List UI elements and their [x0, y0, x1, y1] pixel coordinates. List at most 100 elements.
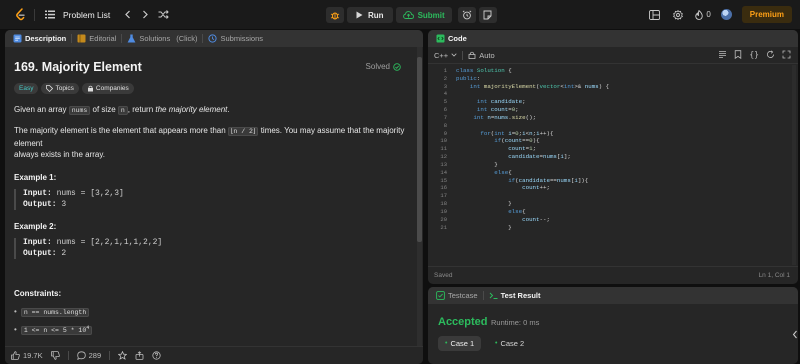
share-button[interactable] — [135, 351, 144, 360]
run-button[interactable]: Run — [347, 7, 393, 23]
streak-counter[interactable]: 0 — [695, 9, 711, 20]
debug-button[interactable] — [326, 7, 344, 23]
example-1-output: Output: 3 — [23, 200, 124, 211]
tab-editorial[interactable]: Editorial — [77, 34, 116, 43]
code-line: int majorityElement(vector<int>& nums) { — [469, 82, 610, 90]
chevron-right-icon[interactable] — [138, 8, 152, 22]
difficulty-badge: Easy — [14, 83, 39, 94]
run-label: Run — [368, 10, 384, 20]
shuffle-icon[interactable] — [156, 8, 170, 22]
line-number: 12 — [440, 153, 447, 161]
tab-submissions-label: Submissions — [220, 34, 264, 43]
text-segment: of size — [90, 105, 118, 114]
example-2-block: Input: nums = [2,2,1,1,1,2,2] Output: 2 — [14, 238, 162, 259]
comments-button[interactable]: 289 — [76, 351, 101, 360]
like-button[interactable]: 19.7K — [11, 351, 43, 360]
inline-code: n — [117, 106, 128, 115]
cursor-position: Ln 1, Col 1 — [758, 272, 790, 279]
tab-test-result[interactable]: Test Result — [489, 291, 540, 300]
case-2-tab[interactable]: • Case 2 — [488, 336, 531, 351]
topics-label: Topics — [55, 85, 74, 92]
inline-code: nums — [68, 106, 91, 115]
panel-resize-handle[interactable] — [424, 30, 427, 364]
problem-list-icon[interactable] — [43, 8, 57, 22]
book-icon — [77, 34, 86, 43]
play-icon — [356, 11, 363, 19]
bookmark-icon[interactable] — [734, 50, 742, 61]
check-circle-icon — [393, 62, 401, 71]
favorite-button[interactable] — [118, 351, 128, 360]
code-line: public: — [456, 74, 481, 82]
inline-code: ⌊n / 2⌋ — [227, 127, 259, 136]
inline-code: 1 <= n <= 5 * 104 — [20, 325, 93, 336]
help-button[interactable] — [152, 351, 161, 360]
chevron-down-icon — [451, 53, 457, 57]
premium-button[interactable]: Premium — [741, 6, 792, 23]
pass-dot: • — [445, 340, 448, 347]
tab-solutions[interactable]: Solutions — [127, 34, 170, 43]
problem-list-link[interactable]: Problem List — [63, 10, 110, 20]
notes-button[interactable] — [478, 7, 497, 23]
bullet: • — [14, 307, 17, 316]
solved-status: Solved — [366, 62, 401, 71]
language-select[interactable]: C++ — [434, 51, 457, 60]
code-line: } — [456, 223, 512, 231]
lines-icon[interactable] — [718, 50, 727, 61]
tab-description[interactable]: Description — [13, 34, 66, 43]
constraint-1: • n == nums.length — [14, 306, 409, 319]
divider — [462, 50, 464, 60]
user-avatar[interactable] — [720, 9, 732, 20]
layout-icon[interactable] — [647, 8, 661, 22]
text-segment: , return — [127, 105, 156, 114]
reset-icon[interactable] — [766, 50, 775, 61]
settings-gear-icon[interactable] — [671, 8, 685, 22]
dislike-button[interactable] — [50, 351, 60, 360]
code-lines[interactable]: class Solution { public: int majorityEle… — [456, 67, 609, 231]
companies-chip[interactable]: Companies — [81, 83, 134, 94]
divider — [482, 291, 484, 300]
code-scrollbar[interactable] — [792, 65, 796, 265]
tab-testcase[interactable]: Testcase — [436, 291, 478, 300]
braces-icon[interactable]: {} — [749, 50, 759, 61]
input-value: nums = [3,2,3] — [51, 189, 124, 198]
divider — [71, 34, 73, 43]
code-line: int n=nums.size(); — [473, 113, 537, 121]
code-editor[interactable]: 1 2 3 4 5 6 7 8 9 10 11 12 13 14 15 16 17 18 19 20 21 class … — [428, 65, 798, 265]
share-icon — [135, 351, 144, 360]
terminal-icon — [489, 292, 498, 299]
tab-submissions[interactable]: Submissions — [208, 34, 263, 43]
case-2-label: Case 2 — [500, 339, 525, 348]
line-number: 17 — [440, 192, 447, 200]
line-number: 14 — [440, 168, 447, 176]
input-value: nums = [2,2,1,1,1,2,2] — [51, 238, 163, 247]
test-panel: Testcase Test Result Accepted Runtime: 0… — [428, 287, 798, 364]
description-tabs: Description Editorial Solutions (Click) … — [5, 30, 423, 47]
line-number: 20 — [440, 215, 447, 223]
submit-button[interactable]: Submit — [395, 7, 452, 23]
topics-chip[interactable]: Topics — [41, 83, 79, 94]
constraint-2: • 1 <= n <= 5 * 104 — [14, 323, 409, 337]
text-segment: . — [227, 105, 230, 114]
line-number: 3 — [443, 82, 447, 90]
tab-code[interactable]: Code — [436, 34, 467, 43]
problem-statement-p2: The majority element is the element that… — [14, 125, 409, 161]
problem-title: 169. Majority Element — [14, 60, 142, 74]
leetcode-logo[interactable] — [14, 8, 26, 22]
maximize-icon[interactable] — [782, 50, 791, 61]
input-label: Input: — [23, 238, 52, 247]
save-status: Saved — [434, 272, 453, 279]
lock-icon — [87, 85, 93, 92]
line-number: 18 — [440, 200, 447, 208]
auto-mode-toggle[interactable]: Auto — [468, 51, 495, 60]
chevron-left-icon[interactable] — [120, 8, 134, 22]
tab-click-hint[interactable]: (Click) — [176, 34, 197, 43]
example-1-block: Input: nums = [3,2,3] Output: 3 — [14, 189, 124, 210]
case-1-tab[interactable]: • Case 1 — [438, 336, 482, 351]
collapse-chevron-icon[interactable] — [792, 330, 798, 341]
timer-button[interactable] — [457, 7, 476, 23]
problem-statement-p1: Given an array nums of size n, return th… — [14, 104, 409, 117]
divider — [67, 351, 69, 360]
description-scrollbar-thumb[interactable] — [417, 57, 422, 242]
